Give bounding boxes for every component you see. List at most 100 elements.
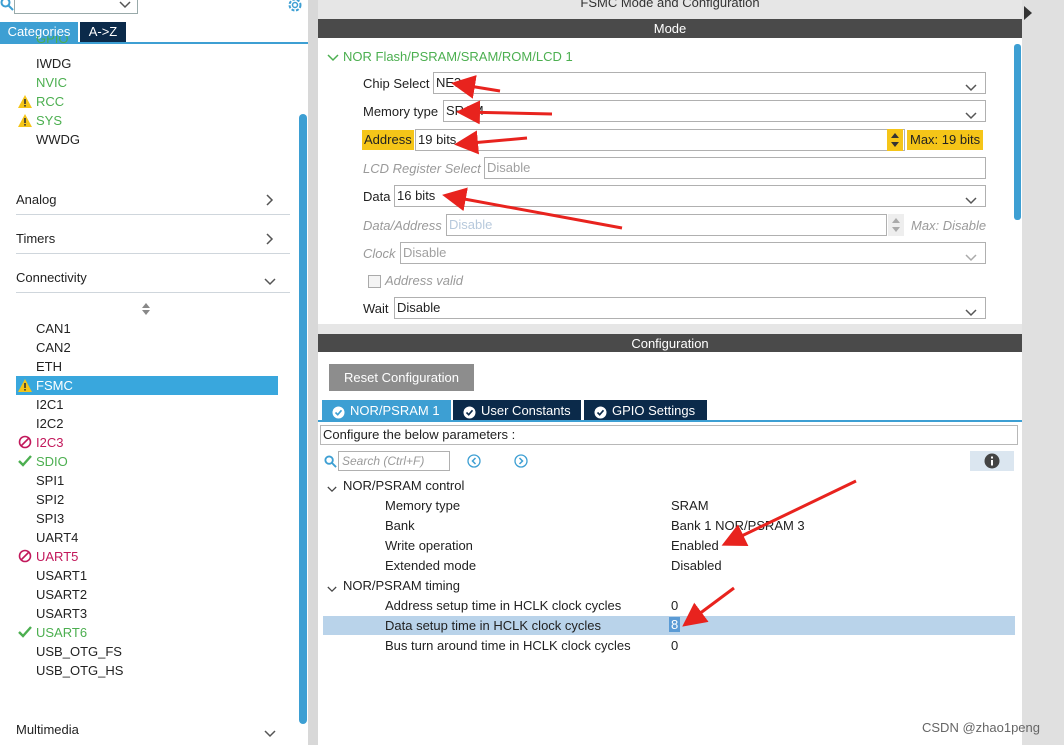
list-item-uart4[interactable]: UART4 — [36, 528, 78, 547]
data-address-spinner-input[interactable]: Disable — [446, 214, 887, 236]
list-item-rcc[interactable]: RCC — [36, 92, 64, 111]
next-icon[interactable] — [514, 454, 528, 471]
category-label: Analog — [16, 192, 57, 207]
category-analog[interactable]: Analog — [16, 188, 290, 215]
param-value[interactable]: Enabled — [671, 538, 719, 553]
list-item-usb-otg-fs[interactable]: USB_OTG_FS — [36, 642, 122, 661]
address-spinner-input[interactable]: 19 bits — [415, 129, 905, 151]
sort-icon[interactable] — [141, 303, 151, 318]
list-item-usart1[interactable]: USART1 — [36, 566, 87, 585]
list-item-i2c3[interactable]: I2C3 — [36, 433, 63, 452]
search-icon[interactable] — [0, 0, 14, 11]
tab-label: User Constants — [481, 403, 571, 418]
check-icon — [18, 625, 32, 639]
list-item-usart6[interactable]: USART6 — [36, 623, 87, 642]
address-valid-checkbox[interactable] — [368, 275, 381, 288]
param-value[interactable]: Bank 1 NOR/PSRAM 3 — [671, 518, 805, 533]
info-button[interactable] — [970, 451, 1014, 471]
tab-a-z[interactable]: A->Z — [80, 22, 126, 42]
param-value[interactable]: 0 — [671, 638, 678, 653]
data-address-label: Data/Address — [363, 218, 442, 233]
configuration-header: Configuration — [318, 334, 1022, 353]
list-item-can2[interactable]: CAN2 — [36, 338, 71, 357]
chevron-down-icon — [965, 191, 977, 211]
chevron-down-icon[interactable] — [327, 481, 337, 496]
category-multimedia[interactable]: Multimedia — [16, 718, 290, 744]
chevron-down-icon — [965, 78, 977, 98]
list-item-usb-otg-hs[interactable]: USB_OTG_HS — [36, 661, 123, 680]
list-item-i2c2[interactable]: I2C2 — [36, 414, 63, 433]
tab-gpio-settings[interactable]: GPIO Settings — [584, 400, 707, 421]
list-item-eth[interactable]: ETH — [36, 357, 62, 376]
chevron-right-icon — [266, 194, 274, 209]
chip-select-label: Chip Select — [363, 76, 430, 91]
param-value[interactable]: SRAM — [671, 498, 709, 513]
list-item-can1[interactable]: CAN1 — [36, 319, 71, 338]
group-nor-psram-control[interactable]: NOR/PSRAM control — [343, 478, 464, 493]
list-item-fsmc[interactable]: FSMC — [36, 376, 73, 395]
list-item-i2c1[interactable]: I2C1 — [36, 395, 63, 414]
check-icon — [18, 454, 32, 468]
previous-icon[interactable] — [467, 454, 481, 471]
param-value-editing[interactable]: 8 — [669, 617, 681, 632]
list-item-nvic[interactable]: NVIC — [36, 73, 67, 92]
tab-nor-psram-1[interactable]: NOR/PSRAM 1 — [322, 400, 451, 421]
data-label: Data — [363, 189, 391, 204]
gear-icon[interactable] — [286, 0, 304, 14]
chip-select-dropdown[interactable]: NE3 — [433, 72, 986, 94]
panel-splitter[interactable] — [308, 0, 318, 745]
chevron-down-icon[interactable] — [327, 50, 339, 65]
config-description: Configure the below parameters : — [320, 425, 1018, 445]
list-item-spi2[interactable]: SPI2 — [36, 490, 64, 509]
category-timers[interactable]: Timers — [16, 227, 290, 254]
list-item-spi3[interactable]: SPI3 — [36, 509, 64, 528]
list-item-wwdg[interactable]: WWDG — [36, 130, 80, 149]
clock-dropdown[interactable]: Disable — [400, 242, 986, 264]
data-dropdown[interactable]: 16 bits — [394, 185, 986, 207]
tab-label: NOR/PSRAM 1 — [350, 403, 440, 418]
wait-dropdown[interactable]: Disable — [394, 297, 986, 319]
param-value[interactable]: Disabled — [671, 558, 722, 573]
address-value: 19 bits — [418, 132, 457, 147]
list-item-sys[interactable]: SYS — [36, 111, 62, 130]
spinner-arrows-icon[interactable] — [888, 214, 904, 236]
param-value[interactable]: 0 — [671, 598, 678, 613]
search-combo[interactable] — [14, 0, 138, 14]
lcd-register-select-dropdown[interactable]: Disable — [484, 157, 986, 179]
watermark: CSDN @zhao1peng — [922, 720, 1040, 735]
list-item-sdio[interactable]: SDIO — [36, 452, 68, 471]
collapse-arrow-icon[interactable] — [1024, 6, 1032, 23]
param-name: Bank — [385, 518, 415, 533]
chevron-down-icon — [965, 303, 977, 323]
left-scrollbar[interactable] — [299, 114, 307, 724]
search-input[interactable]: Search (Ctrl+F) — [338, 451, 450, 471]
list-item-usart2[interactable]: USART2 — [36, 585, 87, 604]
category-connectivity[interactable]: Connectivity — [16, 266, 290, 293]
data-address-value: Disable — [449, 217, 493, 232]
address-max: Max: 19 bits — [907, 130, 984, 150]
group-nor-psram-timing[interactable]: NOR/PSRAM timing — [343, 578, 460, 593]
section-title[interactable]: NOR Flash/PSRAM/SRAM/ROM/LCD 1 — [343, 49, 573, 64]
reset-configuration-button[interactable]: Reset Configuration — [329, 364, 474, 391]
warning-icon — [18, 95, 32, 109]
search-icon[interactable] — [324, 455, 337, 471]
data-address-max: Max: Disable — [911, 218, 987, 233]
page-title: FSMC Mode and Configuration — [580, 0, 760, 10]
list-item-spi1[interactable]: SPI1 — [36, 471, 64, 490]
list-item-gpio[interactable]: GPIO — [36, 36, 69, 46]
list-item-usart3[interactable]: USART3 — [36, 604, 87, 623]
clock-label: Clock — [363, 246, 396, 261]
spinner-arrows-icon[interactable] — [887, 129, 903, 151]
memory-type-dropdown[interactable]: SRAM — [443, 100, 986, 122]
chevron-down-icon[interactable] — [327, 581, 337, 596]
chip-select-value: NE3 — [436, 75, 462, 90]
tab-user-constants[interactable]: User Constants — [453, 400, 581, 421]
list-item-uart5[interactable]: UART5 — [36, 547, 78, 566]
param-name: Data setup time in HCLK clock cycles — [385, 618, 602, 633]
lcd-register-select-label: LCD Register Select — [363, 161, 481, 176]
mode-scrollbar[interactable] — [1014, 44, 1021, 220]
list-item-iwdg[interactable]: IWDG — [36, 54, 71, 73]
chevron-right-icon — [266, 233, 274, 248]
chevron-down-icon — [965, 248, 977, 268]
param-name: Memory type — [385, 498, 461, 513]
